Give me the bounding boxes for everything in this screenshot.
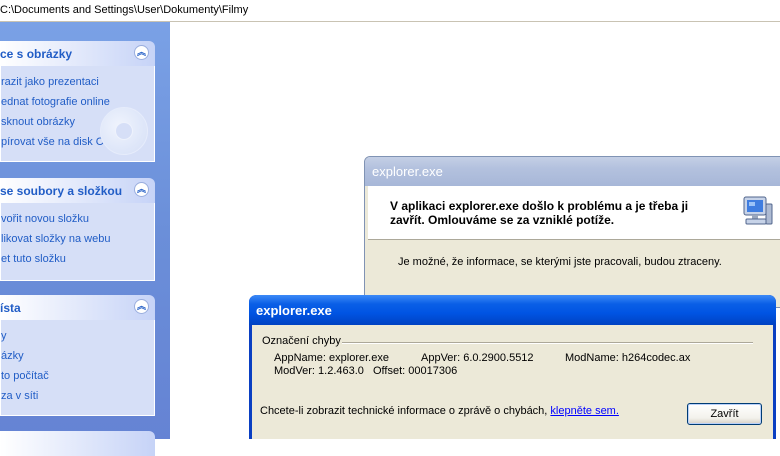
error-signature-label: Označení chyby [262,335,341,347]
panel-body: razit jako prezentaci ednat fotografie o… [0,66,155,162]
group-divider [342,342,753,344]
address-path: C:\Documents and Settings\User\Dokumenty… [0,4,249,16]
panel-file-tasks: se soubory a složkou ︽ vořit novou složk… [0,178,155,281]
panel-header[interactable]: se soubory a složkou ︽ [0,178,155,203]
appname-value: AppName: explorer.exe [274,352,389,364]
dialog-titlebar[interactable]: explorer.exe [249,295,776,325]
technical-info-text: Chcete-li zobrazit technické informace o… [260,405,619,417]
technical-info-prefix: Chcete-li zobrazit technické informace o… [260,405,551,417]
task-link[interactable]: likovat složky na webu [1,229,154,249]
chevron-up-icon[interactable]: ︽ [134,45,149,60]
dialog-title: explorer.exe [256,303,332,318]
place-link[interactable]: ázky [1,346,154,366]
panel-header[interactable]: ísta ︽ [0,295,155,320]
task-link[interactable]: et tuto složku [1,249,154,269]
camera-watermark-icon [100,107,148,155]
error-signature-dialog: explorer.exe Označení chyby AppName: exp… [249,295,776,439]
panel-body: y ázky to počítač za v síti [0,320,155,416]
panel-details [0,431,155,456]
appver-value: AppVer: 6.0.2900.5512 [421,352,534,364]
panel-header[interactable]: ce s obrázky ︽ [0,41,155,66]
dialog-client: Označení chyby AppName: explorer.exe App… [252,325,773,439]
panel-title: ísta [0,301,21,315]
place-link[interactable]: to počítač [1,366,154,386]
place-link[interactable]: y [1,326,154,346]
panel-title: ce s obrázky [0,47,73,61]
chevron-up-icon[interactable]: ︽ [134,182,149,197]
task-link[interactable]: vořit novou složku [1,209,154,229]
place-link[interactable]: za v síti [1,386,154,406]
dialog-header-area: V aplikaci explorer.exe došlo k problému… [368,186,780,240]
click-here-link[interactable]: klepněte sem. [550,405,618,417]
dialog-titlebar[interactable]: explorer.exe [365,157,780,186]
computer-icon [743,196,773,225]
panel-picture-tasks: ce s obrázky ︽ razit jako prezentaci edn… [0,41,155,162]
panel-other-places: ísta ︽ y ázky to počítač za v síti [0,295,155,416]
panel-title: se soubory a složkou [0,184,123,198]
error-message: V aplikaci explorer.exe došlo k problému… [390,199,689,227]
close-button[interactable]: Zavřít [687,403,762,425]
modname-value: ModName: h264codec.ax [565,352,691,364]
modver-value: ModVer: 1.2.463.0 [274,365,364,377]
chevron-up-icon[interactable]: ︽ [134,299,149,314]
panel-body: vořit novou složku likovat složky na web… [0,203,155,281]
offset-value: Offset: 00017306 [373,365,458,377]
address-bar[interactable]: C:\Documents and Settings\User\Dokumenty… [0,0,780,22]
task-pane: ce s obrázky ︽ razit jako prezentaci edn… [0,22,170,456]
task-link[interactable]: razit jako prezentaci [1,72,154,92]
data-loss-warning: Je možné, že informace, se kterými jste … [398,256,722,268]
panel-header[interactable] [0,431,155,456]
error-dialog-main: explorer.exe V aplikaci explorer.exe doš… [364,156,780,308]
dialog-title: explorer.exe [372,164,443,179]
